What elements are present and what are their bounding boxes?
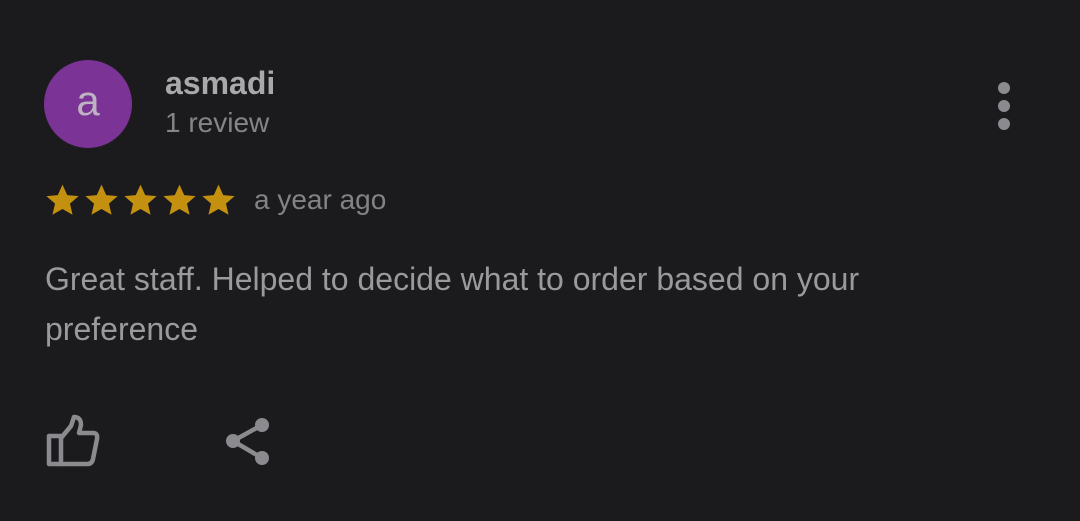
star-icon — [124, 184, 157, 215]
more-vert-icon — [998, 82, 1010, 94]
more-options-button[interactable] — [984, 78, 1024, 134]
review-date: a year ago — [254, 184, 387, 215]
avatar-letter: a — [76, 77, 100, 124]
star-icon — [85, 184, 118, 215]
more-vert-icon-dot — [998, 100, 1010, 112]
review-count: 1 review — [165, 107, 270, 138]
reviewer-name[interactable]: asmadi — [165, 64, 275, 102]
share-icon — [226, 418, 269, 465]
review-text: Great staff. Helped to decide what to or… — [45, 261, 860, 347]
star-icon — [163, 184, 196, 215]
avatar[interactable]: a — [44, 60, 132, 148]
star-icon — [46, 184, 79, 215]
share-button[interactable] — [222, 414, 274, 468]
star-icon — [202, 184, 235, 215]
like-button[interactable] — [44, 414, 102, 468]
star-rating — [43, 180, 238, 220]
thumb-up-icon — [46, 414, 100, 467]
more-vert-icon-dot — [998, 118, 1010, 130]
